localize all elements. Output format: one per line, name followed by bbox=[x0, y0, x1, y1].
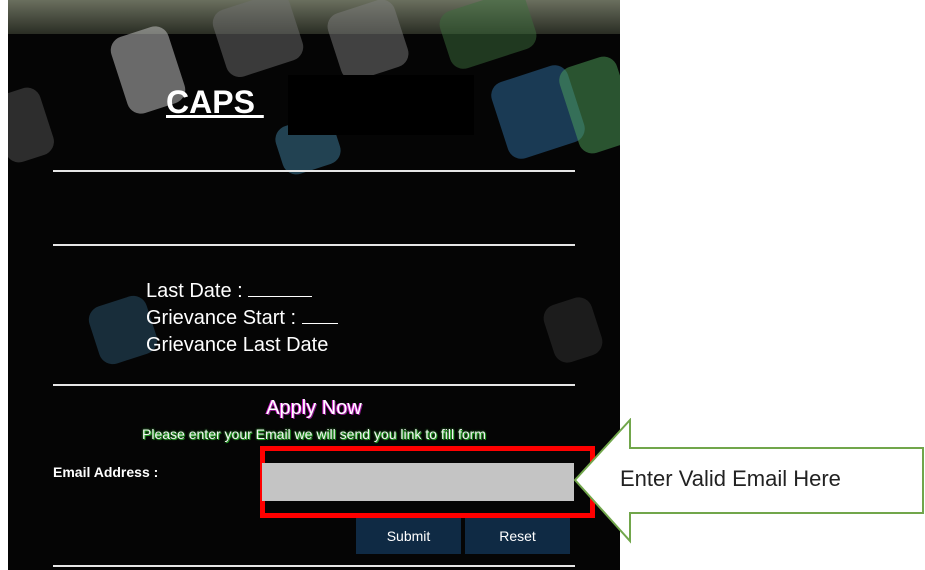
grievance-start-row: Grievance Start : bbox=[146, 305, 338, 332]
decorative-app-tile bbox=[539, 293, 607, 367]
last-date-row: Last Date : bbox=[146, 278, 338, 305]
title-redaction-box bbox=[288, 75, 474, 135]
dates-block: Last Date : Grievance Start : Grievance … bbox=[146, 278, 338, 359]
divider bbox=[53, 244, 575, 246]
divider bbox=[53, 384, 575, 386]
grievance-last-label: Grievance Last Date bbox=[146, 334, 329, 356]
grievance-last-row: Grievance Last Date bbox=[146, 332, 338, 359]
apply-heading: Apply Now bbox=[266, 397, 362, 419]
apply-instruction: Please enter your Email we will send you… bbox=[142, 426, 486, 442]
decorative-app-tile bbox=[209, 0, 307, 81]
reset-button[interactable]: Reset bbox=[465, 518, 570, 554]
submit-button[interactable]: Submit bbox=[356, 518, 461, 554]
last-date-label: Last Date : bbox=[146, 280, 243, 302]
grievance-start-label: Grievance Start : bbox=[146, 307, 297, 329]
callout-text: Enter Valid Email Here bbox=[620, 466, 841, 491]
decorative-app-tile bbox=[8, 83, 58, 167]
divider bbox=[53, 565, 575, 567]
page-title: CAPS bbox=[166, 84, 264, 120]
divider bbox=[53, 170, 575, 172]
email-label: Email Address : bbox=[53, 464, 159, 480]
grievance-start-value bbox=[301, 305, 338, 324]
form-panel: CAPS Last Date : Grievance Start : Griev… bbox=[8, 0, 620, 570]
email-input[interactable] bbox=[262, 463, 574, 501]
decorative-app-tile bbox=[435, 0, 541, 73]
last-date-value bbox=[248, 278, 313, 297]
